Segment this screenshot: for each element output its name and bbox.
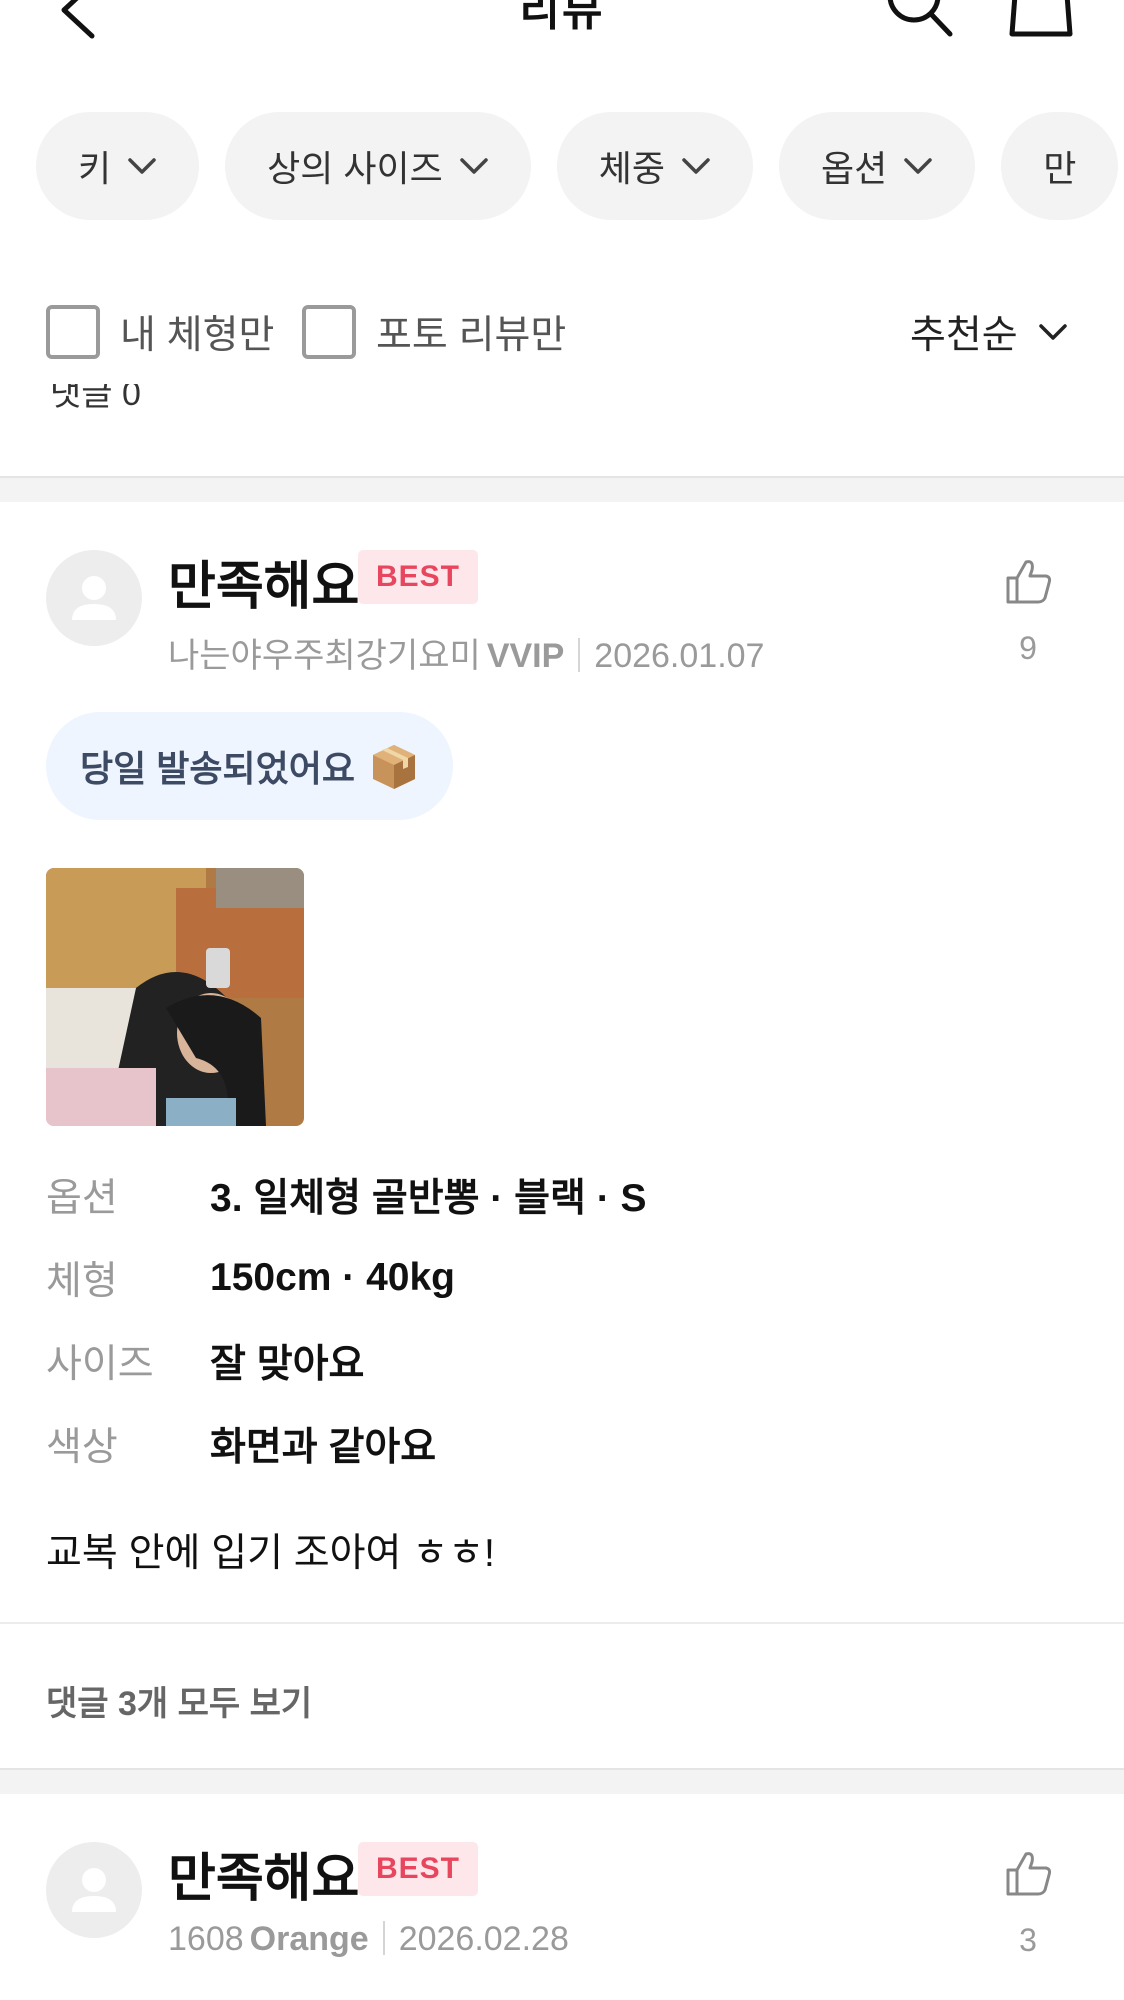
section-divider bbox=[0, 1768, 1124, 1794]
filter-chip-row: 키 상의 사이즈 체중 옵션 만 bbox=[36, 112, 1119, 220]
chevron-down-icon bbox=[682, 158, 710, 174]
sort-label: 추천순 bbox=[910, 314, 1018, 357]
review-date: 2026.02.28 bbox=[398, 1920, 569, 1958]
chevron-down-icon bbox=[1038, 324, 1067, 340]
chip-option[interactable]: 옵션 bbox=[778, 112, 976, 220]
spec-size: 사이즈 잘 맞아요 bbox=[46, 1336, 364, 1386]
previous-review-tail: 댓글 0 bbox=[0, 384, 1124, 420]
user-icon bbox=[72, 1868, 116, 1912]
avatar bbox=[46, 1842, 142, 1938]
chip-weight[interactable]: 체중 bbox=[556, 112, 753, 220]
thumbs-up-icon[interactable] bbox=[1004, 556, 1054, 606]
chip-label: 옵션 bbox=[820, 148, 888, 189]
checkbox-label: 내 체형만 bbox=[120, 314, 275, 357]
meta-separator bbox=[578, 638, 581, 672]
spec-key: 체형 bbox=[46, 1260, 118, 1303]
like-count: 9 bbox=[1019, 630, 1037, 666]
tag-label: 당일 발송되었어요 bbox=[80, 748, 355, 789]
previous-comments-link[interactable]: 댓글 0 bbox=[50, 384, 141, 415]
view-comments-link[interactable]: 댓글 3개 모두 보기 bbox=[46, 1676, 312, 1725]
user-icon bbox=[72, 576, 116, 620]
chevron-down-icon bbox=[904, 158, 932, 174]
spec-color: 색상 화면과 같아요 bbox=[46, 1419, 436, 1469]
review-meta: 나는야우주최강기요미 VVIP 2026.01.07 bbox=[168, 628, 764, 677]
shopping-bag-icon[interactable] bbox=[1006, 0, 1076, 40]
review-meta: 1608 Orange 2026.02.28 bbox=[168, 1920, 569, 1959]
chip-top-size[interactable]: 상의 사이즈 bbox=[225, 112, 531, 220]
chip-label: 만 bbox=[1043, 148, 1077, 189]
spec-value: 3. 일체형 골반뽕 · 블랙 · S bbox=[210, 1177, 647, 1220]
review-photo[interactable] bbox=[46, 868, 304, 1126]
filter-options-row: 내 체형만 포토 리뷰만 추천순 bbox=[46, 300, 1124, 364]
shipping-tag: 당일 발송되었어요 bbox=[46, 712, 453, 820]
divider-line bbox=[0, 1622, 1124, 1624]
sort-dropdown[interactable]: 추천순 bbox=[910, 304, 1068, 360]
thumbs-up-icon[interactable] bbox=[1004, 1848, 1054, 1898]
member-grade: VVIP bbox=[486, 637, 565, 675]
chevron-down-icon bbox=[459, 158, 488, 174]
checkbox-box[interactable] bbox=[46, 305, 100, 359]
spec-key: 사이즈 bbox=[46, 1343, 154, 1386]
spec-value: 잘 맞아요 bbox=[210, 1343, 365, 1386]
my-body-checkbox[interactable]: 내 체형만 bbox=[46, 304, 274, 360]
spec-body: 체형 150cm · 40kg bbox=[46, 1253, 455, 1303]
package-icon bbox=[372, 745, 415, 789]
spec-value: 150cm · 40kg bbox=[210, 1256, 455, 1299]
review-card: 만족해요 BEST 나는야우주최강기요미 VVIP 2026.01.07 9 당일 … bbox=[0, 502, 1124, 1768]
spec-value: 화면과 같아요 bbox=[210, 1426, 437, 1469]
like-count: 3 bbox=[1019, 1922, 1037, 1958]
photo-only-checkbox[interactable]: 포토 리뷰만 bbox=[302, 304, 566, 360]
best-badge: BEST bbox=[358, 550, 479, 604]
review-text: 교복 안에 입기 조아여 ㅎㅎ! bbox=[46, 1532, 495, 1575]
chip-label: 상의 사이즈 bbox=[267, 148, 443, 189]
author-name: 1608 bbox=[168, 1920, 244, 1958]
section-divider bbox=[0, 476, 1124, 502]
review-photo-image bbox=[46, 868, 304, 1126]
member-grade: Orange bbox=[249, 1920, 369, 1958]
checkbox-label: 포토 리뷰만 bbox=[376, 314, 567, 357]
meta-separator bbox=[382, 1921, 385, 1955]
checkbox-box[interactable] bbox=[302, 305, 356, 359]
chip-height[interactable]: 키 bbox=[36, 112, 200, 220]
author-name: 나는야우주최강기요미 bbox=[168, 637, 481, 675]
review-title: 만족해요 bbox=[168, 558, 360, 616]
spec-key: 색상 bbox=[46, 1426, 118, 1469]
chip-satisfaction[interactable]: 만 bbox=[1001, 112, 1119, 220]
spec-option: 옵션 3. 일체형 골반뽕 · 블랙 · S bbox=[46, 1170, 647, 1220]
search-icon[interactable] bbox=[884, 0, 956, 40]
review-card: 만족해요 BEST 1608 Orange 2026.02.28 3 bbox=[0, 1794, 1124, 2000]
review-date: 2026.01.07 bbox=[594, 637, 765, 675]
avatar bbox=[46, 550, 142, 646]
chip-label: 키 bbox=[78, 148, 112, 189]
best-badge: BEST bbox=[358, 1842, 479, 1896]
review-title: 만족해요 bbox=[168, 1850, 360, 1908]
top-bar: 리뷰 bbox=[0, 0, 1124, 70]
spec-key: 옵션 bbox=[46, 1177, 118, 1220]
chip-label: 체중 bbox=[598, 148, 665, 189]
chevron-down-icon bbox=[128, 158, 156, 174]
